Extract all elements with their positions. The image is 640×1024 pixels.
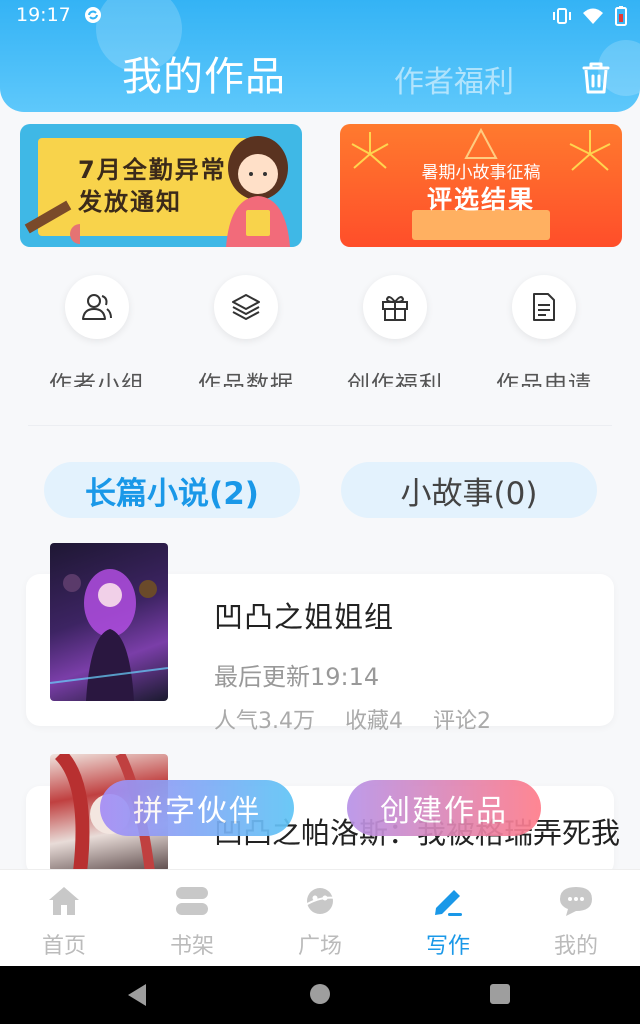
status-bar: 19:17 (0, 0, 640, 32)
quick-work-data[interactable]: 作品数据 (171, 275, 321, 387)
quick-icon-circle (512, 275, 576, 339)
work-updated: 最后更新19:14 (214, 663, 380, 691)
work-popularity: 人气3.4万 (214, 709, 315, 734)
banner-right-line2: 评选结果 (426, 185, 535, 214)
nav-mine[interactable]: 我的 (512, 870, 640, 967)
nav-label: 我的 (553, 934, 598, 959)
nav-square[interactable]: 广场 (256, 870, 384, 967)
tab-short-story[interactable]: 小故事(0) (341, 462, 597, 518)
nav-bookshelf[interactable]: 书架 (128, 870, 256, 967)
work-stats: 人气3.4万 收藏4 评论2 (214, 703, 491, 735)
header: 19:17 我的作品 作者福利 (0, 0, 640, 112)
bottom-nav: 首页 书架 广场 写作 我的 (0, 869, 640, 967)
chat-icon (560, 887, 592, 916)
nav-home[interactable]: 首页 (0, 870, 128, 967)
nav-label: 写作 (425, 934, 470, 959)
recents-icon[interactable] (490, 984, 510, 1004)
bookshelf-icon (176, 887, 208, 915)
work-cover-image[interactable] (50, 543, 168, 701)
tab-long-novel[interactable]: 长篇小说(2) (44, 462, 300, 518)
pencil-icon (24, 200, 80, 244)
nav-label: 首页 (41, 934, 86, 959)
quick-work-application[interactable]: 作品申请 (469, 275, 619, 387)
quick-icon-circle (214, 275, 278, 339)
trash-icon[interactable] (578, 58, 614, 98)
banner-contest-results[interactable]: 暑期小故事征稿 评选结果 (340, 124, 622, 247)
battery-icon (615, 6, 627, 26)
work-comments: 评论2 (433, 709, 491, 734)
quick-icon-circle (363, 275, 427, 339)
quick-author-group[interactable]: 作者小组 (22, 275, 172, 387)
banner-left-line1: 7月全勤异常 (78, 156, 227, 184)
home-icon (49, 887, 79, 915)
quick-label: 作品数据 (198, 372, 294, 387)
vibrate-icon (553, 8, 571, 24)
page-title: 我的作品 (122, 54, 286, 100)
sync-icon (85, 7, 101, 23)
create-work-button[interactable]: 创建作品 (347, 780, 541, 836)
wifi-icon (583, 8, 603, 24)
nav-label: 广场 (297, 934, 342, 959)
nav-writing[interactable]: 写作 (384, 870, 512, 967)
cover-art (50, 569, 168, 701)
work-title[interactable]: 凹凸之姐姐组 (214, 594, 394, 636)
document-icon (533, 293, 555, 321)
girl-illustration-icon (226, 136, 290, 247)
work-favorites: 收藏4 (345, 709, 403, 734)
status-right (552, 6, 628, 26)
quick-creation-benefits[interactable]: 创作福利 (320, 275, 470, 387)
banner-left-line2: 发放通知 (78, 188, 182, 216)
system-nav-bar (0, 966, 640, 1024)
writing-partner-button[interactable]: 拼字伙伴 (100, 780, 294, 836)
tab-author-benefits[interactable]: 作者福利 (394, 57, 514, 101)
banner-attendance-notice[interactable]: 7月全勤异常 发放通知 (20, 124, 302, 247)
nav-label: 书架 (169, 934, 214, 959)
quick-label: 创作福利 (347, 372, 443, 387)
layers-icon (232, 294, 260, 320)
quick-label: 作品申请 (496, 372, 592, 387)
pen-icon (435, 890, 462, 916)
status-time: 19:17 (16, 4, 71, 26)
divider (28, 425, 612, 426)
planet-icon (303, 888, 337, 914)
quick-icon-circle (65, 275, 129, 339)
back-icon[interactable] (128, 984, 146, 1006)
quick-label: 作者小组 (49, 372, 145, 387)
people-icon (82, 294, 112, 320)
home-circle-icon[interactable] (310, 984, 330, 1004)
gift-icon (382, 296, 408, 321)
